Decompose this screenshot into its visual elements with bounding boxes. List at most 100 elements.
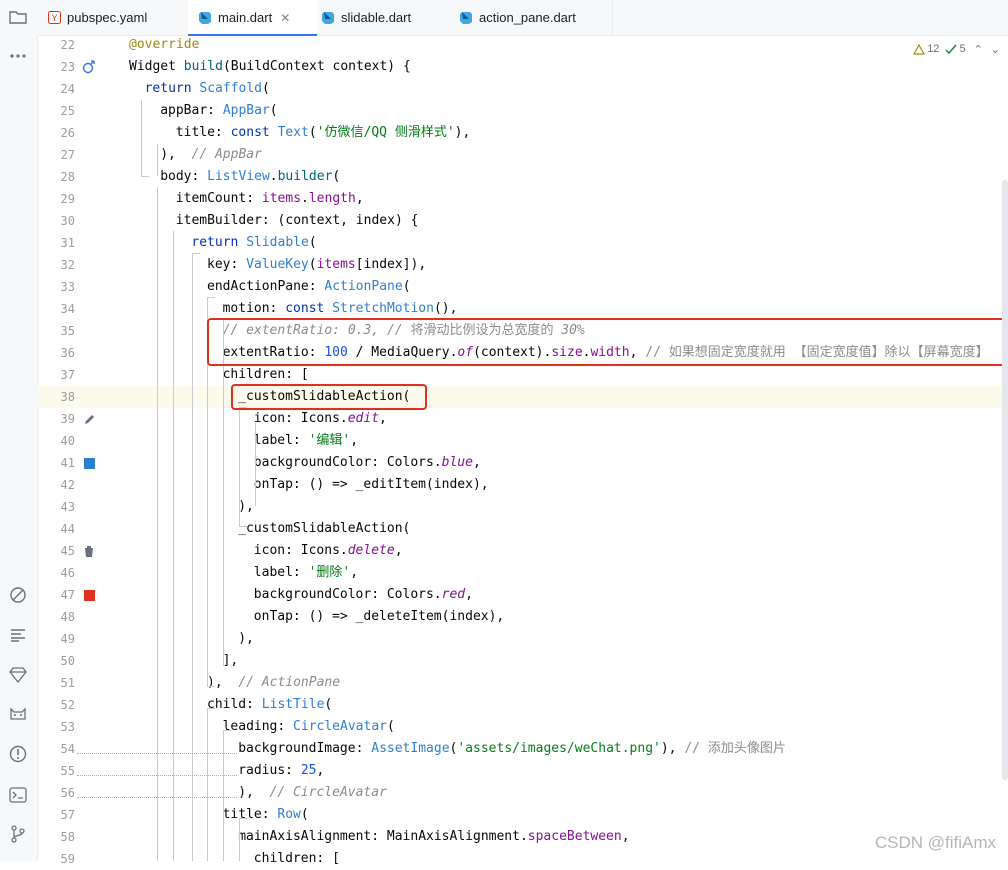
code-editor[interactable]: 22 @override 23 Widget build(BuildContext c… [37,34,1008,866]
indent-guide [192,253,200,254]
code-line[interactable]: 42 onTap: () => _editItem(index), [37,474,1008,496]
chevron-up-icon[interactable]: ⌃ [974,43,983,56]
code-token: ListTile [261,697,325,712]
code-line[interactable]: 26 title: const Text('仿微信/QQ 侧滑样式'), [37,122,1008,144]
vertical-scrollbar[interactable] [1002,180,1008,780]
line-number: 22 [60,38,75,52]
code-text: icon: Icons.delete, [254,540,403,562]
delete-icon[interactable] [81,540,97,562]
code-line[interactable]: 58 mainAxisAlignment: MainAxisAlignment.s… [37,826,1008,848]
watermark: CSDN @fifiAmx [874,833,996,852]
code-line[interactable]: 25 appBar: AppBar( [37,100,1008,122]
close-icon[interactable]: ✕ [280,11,290,25]
code-line[interactable]: 37 children: [ [37,364,1008,386]
code-line[interactable]: 49), [37,628,1008,650]
code-line[interactable]: 48 onTap: () => _deleteItem(index), [37,606,1008,628]
code-line[interactable]: 33 endActionPane: ActionPane( [37,276,1008,298]
code-token: , [394,543,403,558]
code-text: motion: const StretchMotion(), [223,298,458,320]
line-number: 42 [60,478,75,492]
code-token: title: [175,125,231,140]
code-line[interactable]: 53 leading: CircleAvatar( [37,716,1008,738]
code-line[interactable]: 31 return Slidable( [37,232,1008,254]
problems-icon[interactable] [6,742,30,766]
indent-guide [141,100,142,176]
code-line[interactable]: 43), [37,496,1008,518]
code-text: icon: Icons.edit, [254,408,387,430]
line-number: 43 [60,500,75,514]
code-line[interactable]: 30 itemBuilder: (context, index) { [37,210,1008,232]
code-line[interactable]: 22 @override [37,34,1008,56]
line-number: 57 [60,808,75,822]
code-line[interactable]: 40 label: '编辑', [37,430,1008,452]
code-line[interactable]: 59 children: [ [37,848,1008,870]
code-line[interactable]: 45 icon: Icons.delete, [37,540,1008,562]
indent-guide [239,526,247,527]
structure-icon[interactable] [6,623,30,647]
indent-guide [141,176,149,177]
code-line[interactable]: 23 Widget build(BuildContext context) { [37,56,1008,78]
code-line[interactable]: 57 title: Row( [37,804,1008,826]
code-token: onTap: () => _editItem(index), [253,477,489,492]
tab-pubspec-yaml[interactable]: Y pubspec.yaml [47,0,147,35]
code-line[interactable]: 55 radius: 25, [37,760,1008,782]
line-number: 32 [60,258,75,272]
project-folder-icon[interactable] [6,5,30,29]
code-line[interactable]: 27), // AppBar [37,144,1008,166]
code-token: ), [160,147,192,162]
line-number: 55 [60,764,75,778]
more-icon[interactable] [6,44,30,68]
code-token: ( [308,235,317,250]
tab-slidable-dart[interactable]: slidable.dart [321,0,411,35]
code-token: ListView [207,169,270,184]
code-token: [index]), [355,257,427,272]
code-token: ActionPane [324,279,403,294]
color-swatch-icon[interactable] [81,584,97,606]
line-number: 33 [60,280,75,294]
code-line[interactable]: 51), // ActionPane [37,672,1008,694]
code-text: onTap: () => _editItem(index), [254,474,489,496]
code-line[interactable]: 47 backgroundColor: Colors.red, [37,584,1008,606]
code-line[interactable]: 39 icon: Icons.edit, [37,408,1008,430]
tab-action-pane-dart[interactable]: action_pane.dart [459,0,576,35]
code-line[interactable]: 56), // CircleAvatar [37,782,1008,804]
code-line[interactable]: 54 backgroundImage: AssetImage('assets/im… [37,738,1008,760]
code-line[interactable]: 34 motion: const StretchMotion(), [37,298,1008,320]
inspection-widget[interactable]: 12 5 ⌃ ⌄ [913,40,1008,58]
code-text: leading: CircleAvatar( [223,716,395,738]
flutter-inspector-icon[interactable] [6,583,30,607]
git-branch-icon[interactable] [6,822,30,846]
code-token: backgroundColor: Colors. [253,455,442,470]
code-line[interactable]: 44 _customSlidableAction( [37,518,1008,540]
chevron-down-icon[interactable]: ⌄ [991,43,1000,56]
code-line[interactable]: 38 _customSlidableAction( [37,386,1008,408]
line-number: 58 [60,830,75,844]
cat-icon[interactable] [6,703,30,727]
code-line[interactable]: 52 child: ListTile( [37,694,1008,716]
line-number: 59 [60,852,75,866]
code-line[interactable]: 41 backgroundColor: Colors.blue, [37,452,1008,474]
code-line[interactable]: 32 key: ValueKey(items[index]), [37,254,1008,276]
code-token: , [465,587,473,602]
gem-icon[interactable] [6,663,30,687]
code-token: , [621,829,630,844]
code-token: // AppBar [191,147,262,162]
terminal-icon[interactable] [6,783,30,807]
code-line[interactable]: 28 body: ListView.builder( [37,166,1008,188]
indent-guide [207,297,215,298]
code-line[interactable]: 29 itemCount: items.length, [37,188,1008,210]
line-number: 49 [60,632,75,646]
code-line[interactable]: 50], [37,650,1008,672]
code-token: ( [300,807,309,822]
tab-main-dart[interactable]: main.dart ✕ [188,0,317,36]
code-token: items [261,191,302,206]
editor-tab-bar: Y pubspec.yaml main.dart ✕ slidable.dart… [37,0,1008,36]
color-swatch-icon[interactable] [81,452,97,474]
code-line[interactable]: 24 return Scaffold( [37,78,1008,100]
code-token: Text [277,125,309,140]
code-token: length [308,191,356,206]
code-token: itemCount: [175,191,262,206]
edit-icon[interactable] [81,408,97,430]
override-method-icon[interactable] [81,56,97,78]
code-line[interactable]: 46 label: '删除', [37,562,1008,584]
